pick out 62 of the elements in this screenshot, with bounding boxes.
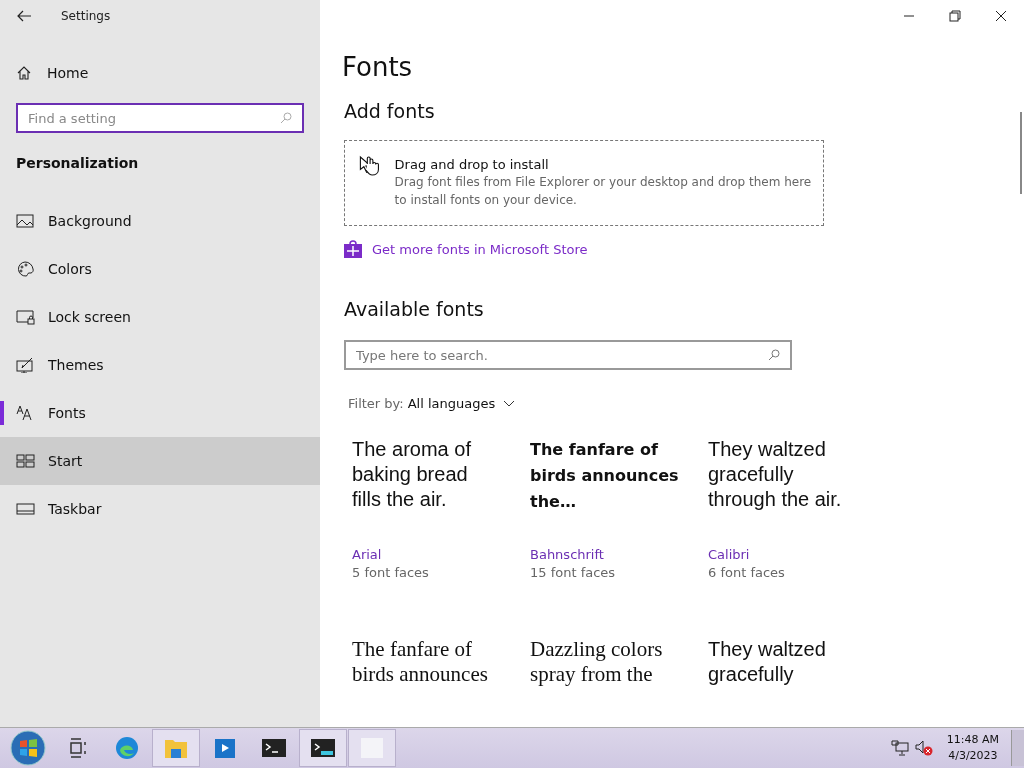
media-player-icon <box>212 736 238 760</box>
sidebar-item[interactable]: Lock screen <box>0 293 320 341</box>
font-card[interactable]: They waltzed gracefully <box>708 637 886 728</box>
sidebar-item[interactable]: Themes <box>0 341 320 389</box>
font-name: Arial <box>352 547 383 562</box>
filter-label: Filter by: <box>348 396 404 411</box>
sidebar-item[interactable]: Colors <box>0 245 320 293</box>
taskbar-icon <box>16 501 36 517</box>
font-card[interactable]: They waltzed gracefully through the air. Calibri 6 font faces <box>708 437 886 597</box>
language-dropdown[interactable]: All languages <box>407 396 516 411</box>
font-preview: Dazzling colors spray from the <box>530 637 664 688</box>
lock-screen-icon <box>16 309 36 325</box>
section-heading: Available fonts <box>344 298 485 320</box>
search-field[interactable]: Find a setting <box>16 103 304 133</box>
tiles-icon <box>16 453 36 469</box>
palette-icon <box>16 261 36 277</box>
font-name: Calibri <box>708 547 751 562</box>
window-title: Settings <box>61 9 111 23</box>
muted-speaker-icon[interactable] <box>914 740 933 756</box>
font-card[interactable]: The fanfare of birds announces the… Bahnschrift 15 font faces <box>530 437 708 597</box>
drop-zone-title: Drag and drop to install <box>394 157 550 172</box>
start-button[interactable] <box>10 730 46 766</box>
font-face-count: 15 font faces <box>530 565 617 580</box>
font-preview: The fanfare of birds announces the… <box>530 439 680 513</box>
clock-date[interactable]: 4/3/2023 <box>948 748 998 764</box>
font-preview: The aroma of baking bread fills the air. <box>352 437 472 512</box>
themes-icon <box>16 357 36 373</box>
network-icon[interactable] <box>890 740 909 756</box>
font-preview: They waltzed gracefully through the air. <box>708 437 843 512</box>
drop-zone-description: Drag font files from File Explorer or your desktop and drop them here to install fonts on your device. <box>394 174 813 209</box>
section-heading: Personalization <box>15 154 140 171</box>
home-nav-item[interactable]: Home <box>0 49 320 97</box>
terminal-icon <box>261 736 287 760</box>
font-face-count: 5 font faces <box>352 565 430 580</box>
taskbar-button[interactable] <box>299 729 347 767</box>
back-arrow-icon[interactable] <box>17 10 31 22</box>
clock-time[interactable]: 11:48 AM <box>946 732 999 748</box>
sidebar-item[interactable]: Taskbar <box>0 485 320 533</box>
home-icon <box>16 65 32 81</box>
sidebar-item[interactable]: Fonts <box>0 389 320 437</box>
font-card[interactable]: The fanfare of birds announces <box>352 637 530 728</box>
browser-icon <box>114 736 140 760</box>
search-icon <box>280 112 292 124</box>
chevron-down-icon <box>503 399 516 408</box>
shopping-bag-icon <box>344 240 362 258</box>
picture-icon <box>16 213 36 229</box>
sidebar-item[interactable]: Background <box>0 197 320 245</box>
scrollbar[interactable] <box>1020 112 1022 194</box>
drop-zone[interactable]: Drag and drop to install Drag font files from File Explorer or your desktop and drop them here to install fonts on your device. <box>344 140 824 226</box>
search-icon <box>768 349 780 361</box>
section-heading: Add fonts <box>344 100 436 122</box>
font-name: Bahnschrift <box>530 547 605 562</box>
font-face-count: 6 font faces <box>708 565 786 580</box>
sidebar-item[interactable]: Start <box>0 437 320 485</box>
font-card[interactable]: Dazzling colors spray from the <box>530 637 708 728</box>
font-card[interactable]: The aroma of baking bread fills the air. Arial 5 font faces <box>352 437 530 597</box>
font-preview: The fanfare of birds announces <box>352 637 489 688</box>
page-title: Fonts <box>342 52 414 82</box>
terminal-icon <box>310 736 336 760</box>
store-link[interactable]: Get more fonts in Microsoft Store <box>344 240 588 258</box>
font-preview: They waltzed gracefully <box>708 637 827 687</box>
search-field[interactable]: Type here to search. <box>344 340 792 370</box>
